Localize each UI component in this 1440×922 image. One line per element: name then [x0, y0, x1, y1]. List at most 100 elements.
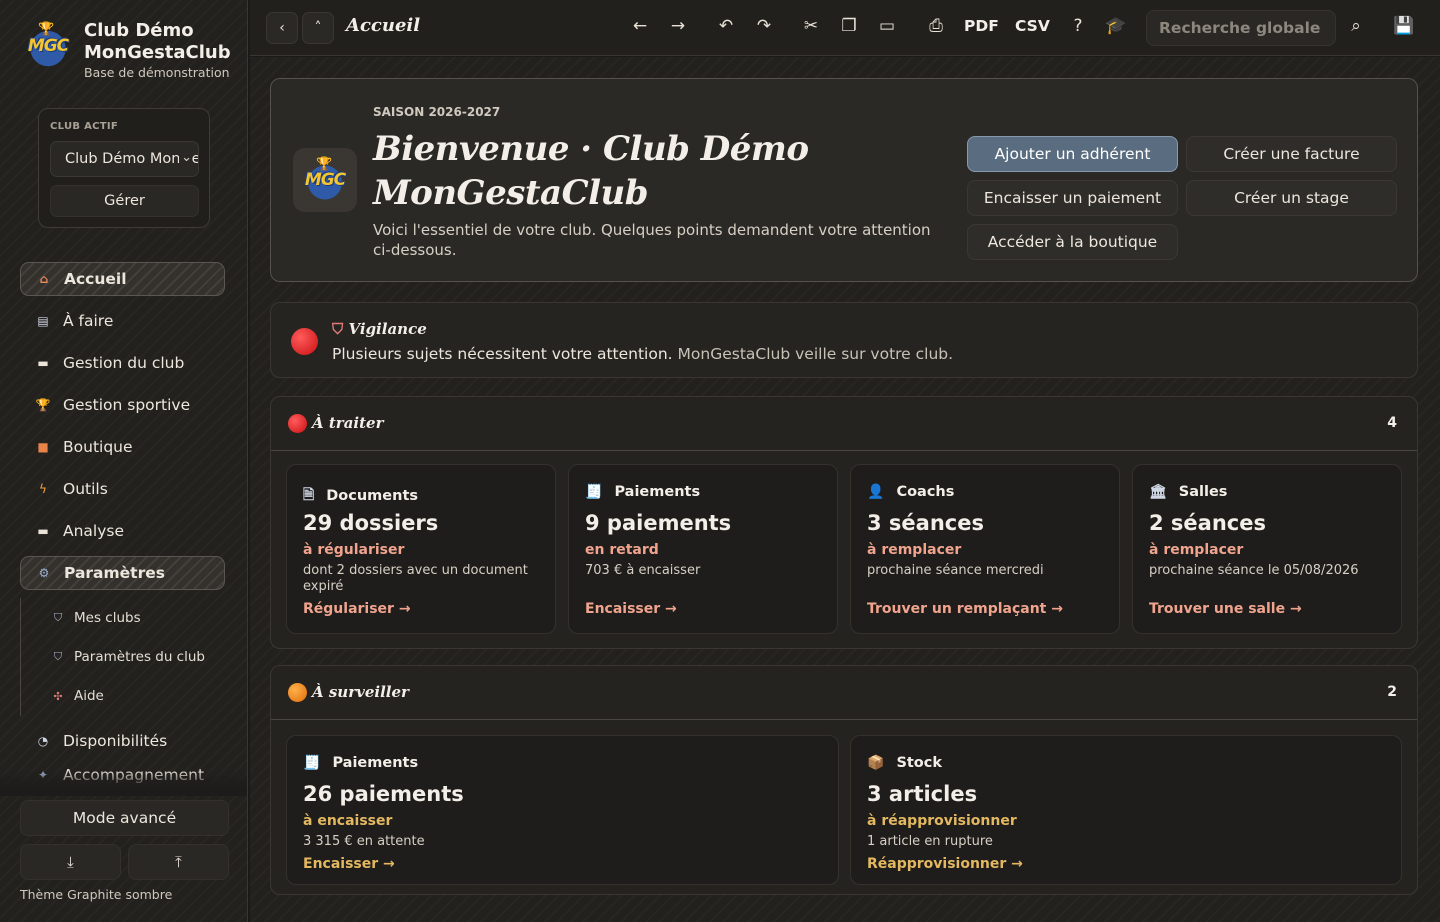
card-category: Salles	[1178, 484, 1228, 500]
regularize-link[interactable]: Régulariser →	[303, 601, 411, 617]
logo-text: MGC	[27, 36, 69, 56]
shield-icon: ⛉	[53, 611, 63, 624]
collapse-sidebar-button[interactable]: ‹	[266, 12, 298, 44]
club-select[interactable]: Club Démo MonGestaClub ⌄	[50, 141, 199, 177]
sidebar-item-gestion-club[interactable]: ▬ Gestion du club	[20, 346, 225, 380]
main-content: 🏆 MGC SAISON 2026-2027 Bienvenue · Club …	[250, 57, 1440, 922]
brand: 🏆 MGC Club Démo MonGestaClub Base de dém…	[22, 20, 231, 80]
sidebar-item-disponibilites[interactable]: ◔ Disponibilités	[20, 724, 225, 758]
card-headline: 29 dossiers	[303, 511, 439, 535]
open-shop-button[interactable]: Accéder à la boutique	[967, 224, 1178, 260]
vigilance-text: Plusieurs sujets nécessitent votre atten…	[332, 345, 954, 363]
find-replacement-link[interactable]: Trouver un remplaçant →	[867, 601, 1063, 617]
card-detail: dont 2 dossiers avec un document expiré	[303, 563, 528, 594]
shopping-bag-icon: ■	[37, 440, 49, 454]
create-invoice-button[interactable]: Créer une facture	[1186, 136, 1397, 172]
collect-link[interactable]: Encaisser →	[303, 856, 395, 872]
sidebar: 🏆 MGC Club Démo MonGestaClub Base de dém…	[0, 0, 248, 922]
to-handle-section: À traiter 4 🗎 Documents 29 dossiers à rég…	[270, 396, 1418, 649]
box-icon: 📦	[867, 755, 885, 771]
sidebar-item-label: À faire	[63, 312, 114, 330]
sidebar-subitem-aide[interactable]: ✣ Aide	[50, 684, 104, 708]
brand-name: Club Démo MonGestaClub	[84, 20, 231, 63]
search-icon[interactable]: ⌕	[1344, 16, 1368, 36]
export-button[interactable]: ⤓	[20, 844, 121, 880]
redo-icon[interactable]: ↷	[752, 16, 776, 36]
print-icon[interactable]: ⎙	[924, 16, 948, 36]
forward-arrow-icon[interactable]: →	[666, 16, 690, 36]
sidebar-item-outils[interactable]: ϟ Outils	[20, 472, 225, 506]
active-club-box: CLUB ACTIF Club Démo MonGestaClub ⌄ Gére…	[38, 108, 210, 228]
card-status: à réapprovisionner	[867, 813, 1017, 829]
welcome-logo: 🏆 MGC	[293, 148, 357, 212]
card-status: en retard	[585, 542, 659, 558]
vigilance-banner: ⛉ Vigilance Plusieurs sujets nécessitent…	[270, 302, 1418, 378]
card-detail: prochaine séance mercredi	[867, 563, 1044, 578]
sidebar-subitem-label: Mes clubs	[74, 610, 141, 626]
back-arrow-icon[interactable]: ←	[628, 16, 652, 36]
sidebar-subitem-mes-clubs[interactable]: ⛉ Mes clubs	[50, 606, 141, 630]
manage-club-button[interactable]: Gérer	[50, 185, 199, 217]
sidebar-subitem-label: Paramètres du club	[74, 649, 205, 665]
coach-icon: 👤	[867, 484, 885, 500]
sidebar-item-a-faire[interactable]: ▤ À faire	[20, 304, 225, 338]
clipboard-icon: ▤	[37, 314, 49, 328]
scroll-fade	[0, 770, 247, 796]
section-title: À traiter	[312, 414, 384, 432]
home-icon: ⌂	[39, 272, 49, 286]
find-room-link[interactable]: Trouver une salle →	[1149, 601, 1302, 617]
vigilance-title: ⛉ Vigilance	[332, 320, 427, 338]
advanced-mode-button[interactable]: Mode avancé	[20, 800, 229, 836]
restock-link[interactable]: Réapprovisionner →	[867, 856, 1023, 872]
sidebar-item-parametres[interactable]: ⚙ Paramètres	[20, 556, 225, 590]
folder-icon: ▬	[37, 356, 49, 370]
copy-icon[interactable]: ❐	[837, 16, 861, 36]
sidebar-item-label: Disponibilités	[63, 732, 168, 750]
to-watch-section: À surveiller 2 🧾 Paiements 26 paiements à…	[270, 665, 1418, 895]
gear-icon: ⚙	[38, 566, 50, 580]
trophy-icon: 🏆	[35, 398, 51, 412]
paste-icon[interactable]: ▭	[875, 16, 899, 36]
graduation-cap-icon[interactable]: 🎓	[1104, 16, 1128, 36]
submenu-line	[20, 598, 21, 716]
undo-icon[interactable]: ↶	[714, 16, 738, 36]
shield-icon: ⛉	[332, 320, 344, 338]
card-headline: 9 paiements	[585, 511, 732, 535]
card-category: Paiements	[614, 484, 701, 500]
scroll-top-button[interactable]: ˄	[302, 12, 334, 44]
section-header[interactable]: À surveiller 2	[271, 666, 1417, 720]
add-member-button[interactable]: Ajouter un adhérent	[967, 136, 1178, 172]
export-csv-button[interactable]: CSV	[1015, 17, 1050, 35]
active-club-label: CLUB ACTIF	[50, 121, 119, 132]
trophy-icon: 🏆	[316, 157, 333, 172]
section-header[interactable]: À traiter 4	[271, 397, 1417, 451]
help-icon[interactable]: ?	[1066, 16, 1090, 36]
cut-icon[interactable]: ✂	[799, 16, 823, 36]
create-course-button[interactable]: Créer un stage	[1186, 180, 1397, 216]
card-headline: 3 articles	[867, 782, 978, 806]
chevron-left-icon: ‹	[279, 20, 285, 36]
section-count: 2	[1387, 684, 1397, 700]
sidebar-subitem-label: Aide	[74, 688, 104, 704]
import-button[interactable]: ⤒	[128, 844, 229, 880]
export-pdf-button[interactable]: PDF	[964, 17, 999, 35]
sidebar-item-label: Analyse	[63, 522, 125, 540]
sidebar-item-analyse[interactable]: ▬ Analyse	[20, 514, 225, 548]
card-detail: 3 315 € en attente	[303, 834, 425, 849]
season-label: SAISON 2026-2027	[373, 105, 501, 119]
card-status: à encaisser	[303, 813, 393, 829]
card-stock: 📦 Stock 3 articles à réapprovisionner 1 a…	[850, 735, 1402, 885]
sidebar-item-accueil[interactable]: ⌂ Accueil	[20, 262, 225, 296]
global-search-input[interactable]	[1146, 10, 1336, 46]
save-icon[interactable]: 💾	[1392, 16, 1416, 36]
collect-payment-button[interactable]: Encaisser un paiement	[967, 180, 1178, 216]
shield-gear-icon: ⛉	[53, 650, 63, 663]
sidebar-item-gestion-sportive[interactable]: 🏆 Gestion sportive	[20, 388, 225, 422]
toolbar: ‹ ˄ Accueil ← → ↶ ↷ ✂ ❐ ▭ ⎙ PDF CSV ? 🎓 …	[250, 0, 1440, 56]
card-headline: 26 paiements	[303, 782, 464, 806]
collect-link[interactable]: Encaisser →	[585, 601, 677, 617]
sidebar-item-boutique[interactable]: ■ Boutique	[20, 430, 225, 464]
card-payments-late: 🧾 Paiements 9 paiements en retard 703 € à…	[568, 464, 838, 634]
card-category: Stock	[896, 755, 943, 771]
sidebar-subitem-parametres-club[interactable]: ⛉ Paramètres du club	[50, 645, 205, 669]
